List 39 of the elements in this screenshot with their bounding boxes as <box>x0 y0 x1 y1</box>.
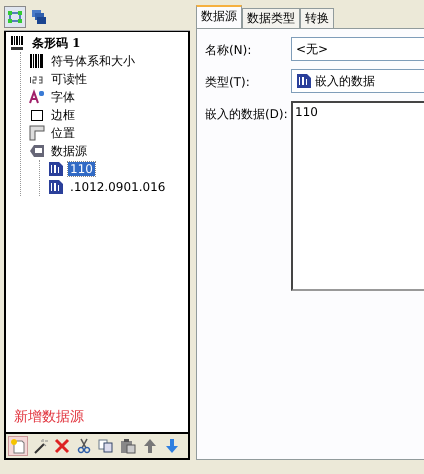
hint-text: 新增数据源 <box>14 408 84 426</box>
tree-item[interactable]: 可读性 <box>49 70 89 88</box>
tree-item[interactable]: 110 <box>68 162 95 176</box>
tab[interactable]: 转换 <box>300 8 334 28</box>
tree-item[interactable]: 字体 <box>49 88 77 106</box>
up-arrow-icon <box>142 438 158 454</box>
toolbar-button[interactable] <box>8 436 28 456</box>
field-label: 名称(N): <box>205 42 252 59</box>
toolbar-button[interactable] <box>4 6 26 28</box>
tree-item[interactable]: .1012.0901.016 <box>68 180 168 194</box>
field-label: 嵌入的数据(D): <box>205 106 289 123</box>
paste-icon <box>120 438 136 454</box>
tab[interactable]: 数据类型 <box>242 8 300 28</box>
data-field[interactable]: 110 <box>291 101 424 291</box>
document-icon <box>48 179 64 195</box>
tag-icon <box>29 143 45 159</box>
copy-icon <box>98 438 114 454</box>
cut-icon <box>76 438 92 454</box>
square-icon <box>29 107 45 123</box>
font-icon <box>29 89 45 105</box>
toolbar-button[interactable] <box>118 436 138 456</box>
document-icon <box>48 161 64 177</box>
new-icon <box>10 438 26 454</box>
tree-item[interactable]: 符号体系和大小 <box>49 52 137 70</box>
selection-icon <box>7 9 23 25</box>
wand-icon <box>32 438 48 454</box>
tree-item[interactable]: 条形码 1 <box>30 34 83 52</box>
layers-icon <box>31 9 47 25</box>
tree-item[interactable]: 数据源 <box>49 142 89 160</box>
document-icon <box>296 73 312 89</box>
delete-icon <box>54 438 70 454</box>
field-label: 类型(T): <box>205 74 251 91</box>
name-field[interactable]: <无> <box>291 37 424 61</box>
barcode-icon <box>10 35 26 51</box>
down-arrow-icon <box>164 438 180 454</box>
tab[interactable]: 数据源 <box>196 5 242 28</box>
tree-item[interactable]: 位置 <box>49 124 77 142</box>
barcode-icon <box>29 53 45 69</box>
tree-item[interactable]: 边框 <box>49 106 77 124</box>
